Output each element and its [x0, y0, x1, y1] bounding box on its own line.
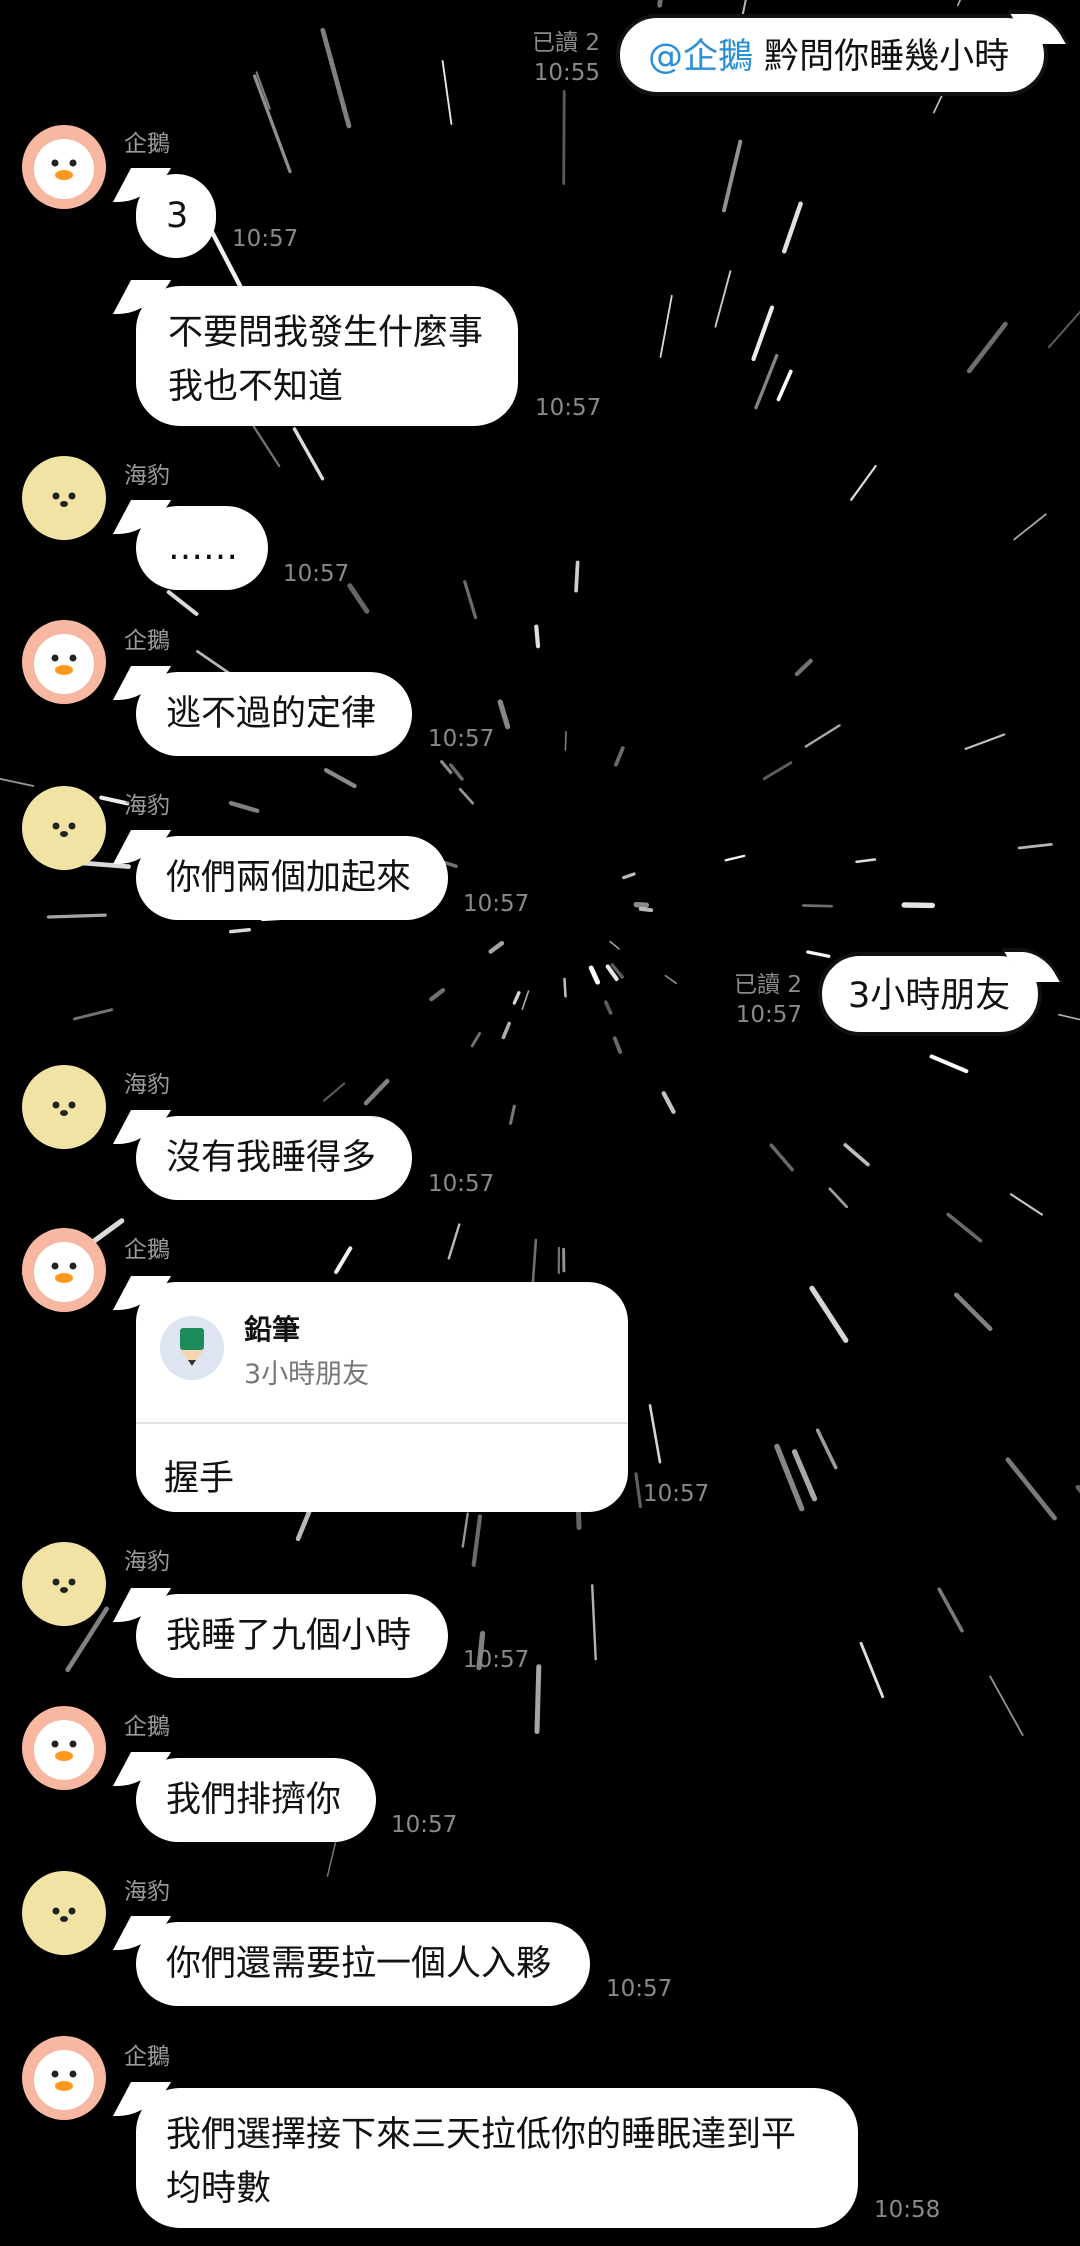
message-bubble[interactable]: 不要問我發生什麼事 我也不知道 [136, 286, 518, 426]
sender-name: 海豹 [124, 1549, 170, 1575]
read-status: 已讀 2 10:55 [480, 28, 600, 88]
message-time: 10:57 [463, 1647, 530, 1673]
seal-avatar[interactable] [22, 786, 106, 870]
message-time: 10:57 [391, 1812, 458, 1838]
seal-avatar-icon [52, 822, 76, 837]
message-text: 黔問你睡幾小時 [753, 37, 1010, 77]
penguin-avatar[interactable] [22, 125, 106, 209]
seal-avatar-icon [52, 1907, 76, 1922]
sender-name: 企鵝 [124, 628, 170, 654]
message-bubble[interactable]: …… [136, 506, 268, 590]
seal-avatar[interactable] [22, 1542, 106, 1626]
contact-name: 鉛筆 [244, 1313, 301, 1346]
message-text: 3 [166, 196, 189, 236]
message-time: 10:57 [428, 1171, 495, 1197]
penguin-avatar-icon [34, 139, 94, 199]
message-text: 你們兩個加起來 [166, 858, 412, 898]
contact-avatar [160, 1316, 224, 1380]
message-time: 10:57 [428, 726, 495, 752]
penguin-avatar-icon [34, 1720, 94, 1780]
message-bubble[interactable]: 我們選擇接下來三天拉低你的睡眠達到平 均時數 [136, 2088, 858, 2228]
read-count: 已讀 2 [532, 30, 600, 56]
message-time: 10:57 [232, 226, 299, 252]
penguin-avatar-icon [34, 1242, 94, 1302]
message-bubble[interactable]: 你們兩個加起來 [136, 836, 448, 920]
message-text: 不要問我發生什麼事 我也不知道 [168, 313, 484, 407]
message-bubble[interactable]: 我們排擠你 [136, 1758, 376, 1842]
message-bubble[interactable]: 我睡了九個小時 [136, 1594, 448, 1678]
message-text: 沒有我睡得多 [166, 1138, 377, 1178]
message-text: 3小時朋友 [848, 976, 1011, 1016]
message-time: 10:57 [735, 1002, 802, 1028]
sender-name: 海豹 [124, 463, 170, 489]
message-text: 我們排擠你 [166, 1780, 342, 1820]
seal-avatar-icon [52, 1101, 76, 1116]
message-time: 10:57 [535, 395, 602, 421]
penguin-avatar-icon [34, 2050, 94, 2110]
card-action-button[interactable]: 握手 [164, 1450, 234, 1501]
message-bubble[interactable]: 你們還需要拉一個人入夥 [136, 1922, 590, 2006]
seal-avatar[interactable] [22, 1871, 106, 1955]
message-bubble-outgoing[interactable]: 3小時朋友 [818, 952, 1042, 1036]
sender-name: 海豹 [124, 793, 170, 819]
penguin-avatar[interactable] [22, 1706, 106, 1790]
penguin-avatar[interactable] [22, 1228, 106, 1312]
pencil-avatar-icon [180, 1328, 204, 1366]
sender-name: 海豹 [124, 1879, 170, 1905]
message-bubble[interactable]: 逃不過的定律 [136, 672, 412, 756]
message-bubble-outgoing[interactable]: @企鵝 黔問你睡幾小時 [616, 14, 1048, 96]
message-text: 我們選擇接下來三天拉低你的睡眠達到平 均時數 [166, 2115, 797, 2209]
penguin-avatar-icon [34, 634, 94, 694]
sender-name: 企鵝 [124, 131, 170, 157]
card-divider [136, 1422, 628, 1424]
sender-name: 企鵝 [124, 1714, 170, 1740]
penguin-avatar[interactable] [22, 2036, 106, 2120]
message-time: 10:57 [606, 1976, 673, 2002]
seal-avatar-icon [52, 1578, 76, 1593]
read-count: 已讀 2 [734, 972, 802, 998]
message-time: 10:57 [463, 891, 530, 917]
message-bubble[interactable]: 沒有我睡得多 [136, 1116, 412, 1200]
message-text: 逃不過的定律 [166, 694, 377, 734]
message-time: 10:58 [874, 2197, 941, 2223]
seal-avatar-icon [52, 492, 76, 507]
seal-avatar[interactable] [22, 456, 106, 540]
seal-avatar[interactable] [22, 1065, 106, 1149]
read-status: 已讀 2 10:57 [680, 970, 802, 1030]
penguin-avatar[interactable] [22, 620, 106, 704]
message-bubble[interactable]: 3 [136, 174, 216, 258]
chat-area: 已讀 2 10:55 @企鵝 黔問你睡幾小時 企鵝 3 10:57 不要問我發生… [0, 0, 1080, 2246]
message-time: 10:55 [533, 60, 600, 86]
message-time: 10:57 [643, 1481, 710, 1507]
message-text: 我睡了九個小時 [166, 1616, 412, 1656]
sender-name: 企鵝 [124, 2044, 170, 2070]
contact-card[interactable]: 鉛筆 3小時朋友 握手 [136, 1282, 628, 1512]
contact-subtitle: 3小時朋友 [244, 1359, 370, 1390]
message-text: 你們還需要拉一個人入夥 [166, 1944, 552, 1984]
mention-link[interactable]: @企鵝 [648, 37, 753, 77]
sender-name: 海豹 [124, 1072, 170, 1098]
message-text: …… [168, 528, 238, 568]
message-time: 10:57 [283, 561, 350, 587]
sender-name: 企鵝 [124, 1237, 170, 1263]
